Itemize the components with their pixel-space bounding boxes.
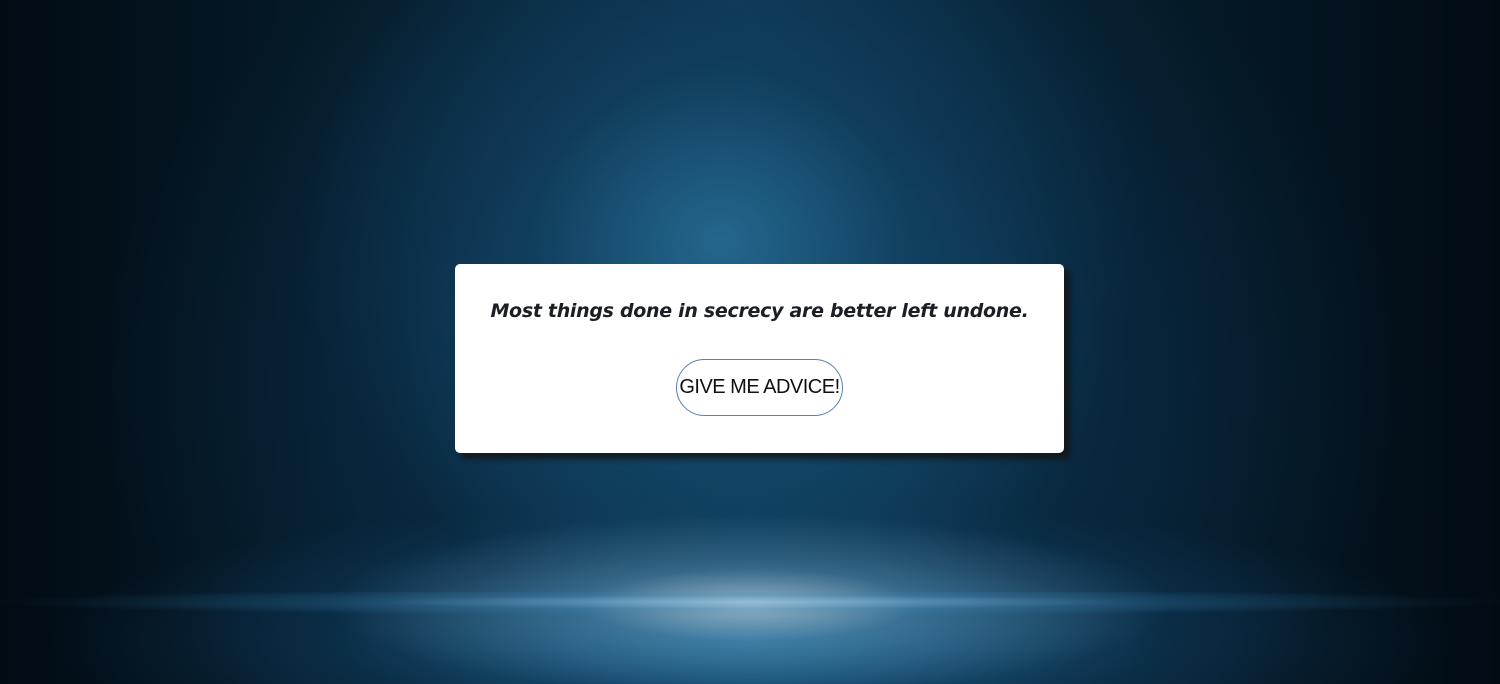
give-advice-button[interactable]: GIVE ME ADVICE! [676, 359, 843, 416]
advice-text: Most things done in secrecy are better l… [490, 300, 1029, 322]
advice-card: Most things done in secrecy are better l… [455, 264, 1064, 453]
background-floor-glow [0, 592, 1500, 622]
